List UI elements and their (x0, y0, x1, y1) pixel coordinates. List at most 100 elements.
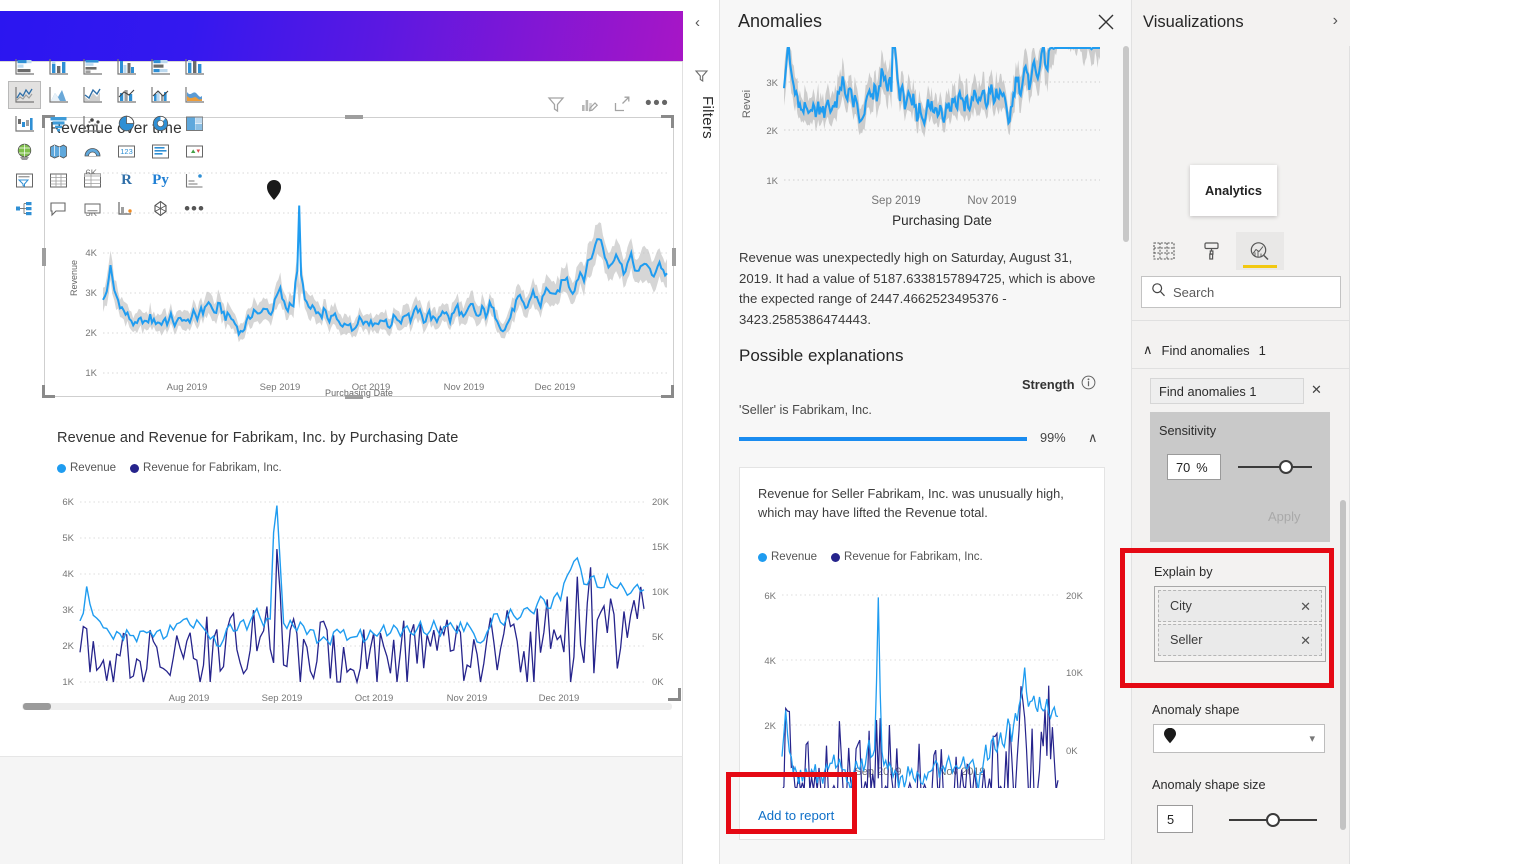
anomaly-shape-dropdown[interactable]: ▾ (1153, 724, 1325, 753)
strength-label: Strength (1022, 376, 1075, 392)
remove-chip-icon[interactable]: ✕ (1300, 599, 1311, 615)
arcgis-map-icon[interactable] (76, 138, 109, 167)
100-stacked-bar-chart-icon[interactable] (144, 52, 177, 81)
legend-item[interactable]: Revenue for Fabrikam, Inc. (831, 551, 983, 563)
get-more-visuals-icon[interactable] (144, 195, 177, 224)
legend-item[interactable]: Revenue (57, 462, 116, 474)
100-stacked-column-chart-icon[interactable] (178, 52, 211, 81)
stacked-area-chart-icon[interactable] (76, 81, 109, 110)
fields-tab-icon[interactable] (1140, 232, 1188, 270)
decomposition-tree-icon[interactable] (8, 195, 41, 224)
y-tick: 4K (85, 248, 97, 259)
anomaly-shape-size-slider-thumb[interactable] (1266, 813, 1280, 827)
area-chart-icon[interactable] (42, 81, 75, 110)
visualizations-pane-scrollbar[interactable] (1340, 500, 1346, 830)
multi-row-card-icon[interactable] (144, 138, 177, 167)
python-visual-icon[interactable]: Py (144, 166, 177, 195)
stacked-bar-chart-icon[interactable] (8, 52, 41, 81)
remove-anomaly-card-icon[interactable]: ✕ (1311, 382, 1322, 398)
expand-pane-chevron-icon[interactable]: › (1333, 12, 1338, 30)
legend-item[interactable]: Revenue for Fabrikam, Inc. (130, 462, 282, 474)
r-script-visual-icon[interactable]: R (110, 166, 143, 195)
edit-insight-icon[interactable] (579, 94, 599, 114)
close-icon[interactable] (1094, 10, 1118, 34)
y-tick-left: 4K (62, 569, 74, 580)
legend-item[interactable]: Revenue (758, 551, 817, 563)
format-tab-icon[interactable] (1188, 232, 1236, 270)
possible-explanations-title: Possible explanations (739, 346, 904, 365)
matrix-icon[interactable] (76, 166, 109, 195)
waterfall-chart-icon[interactable] (8, 109, 41, 138)
chevron-up-icon[interactable]: ∧ (1088, 430, 1098, 446)
ribbon-chart-icon[interactable] (178, 81, 211, 110)
y-tick: 1K (85, 368, 97, 379)
sensitivity-slider-thumb[interactable] (1279, 460, 1293, 474)
filters-pane-collapsed[interactable]: ‹ Filters (684, 0, 720, 864)
stacked-column-chart-icon[interactable] (42, 52, 75, 81)
kpi-icon[interactable] (178, 138, 211, 167)
map-icon[interactable] (8, 138, 41, 167)
donut-chart-icon[interactable] (144, 109, 177, 138)
y-tick-right: 5K (652, 632, 664, 643)
analytics-tab-icon[interactable] (1236, 232, 1284, 270)
chevron-down-icon[interactable]: ▾ (1309, 732, 1315, 745)
clustered-bar-chart-icon[interactable] (76, 52, 109, 81)
y-tick-right: 10K (652, 587, 670, 598)
paginated-report-icon[interactable] (110, 195, 143, 224)
funnel-icon[interactable] (42, 109, 75, 138)
y-tick: 3K (85, 288, 97, 299)
pie-chart-icon[interactable] (110, 109, 143, 138)
chevron-up-icon[interactable]: ∧ (1143, 342, 1153, 358)
visualizations-title: Visualizations (1143, 13, 1244, 31)
remove-chip-icon[interactable]: ✕ (1300, 633, 1311, 649)
table-icon[interactable] (42, 166, 75, 195)
filter-icon[interactable] (546, 94, 566, 114)
explanation-card[interactable]: Revenue for Seller Fabrikam, Inc. was un… (739, 467, 1105, 840)
visual-resize-handle[interactable] (668, 688, 681, 701)
explain-by-chip-city[interactable]: City ✕ (1158, 590, 1322, 622)
visual-type-gallery[interactable]: 123 R Py ••• (8, 52, 214, 223)
line-stacked-column-chart-icon[interactable] (110, 81, 143, 110)
filters-label[interactable]: Filters (688, 96, 716, 139)
visualizations-tabs[interactable] (1140, 232, 1342, 270)
filter-funnel-icon[interactable] (694, 68, 709, 88)
more-options-icon[interactable]: ••• (178, 195, 211, 224)
scatter-chart-icon[interactable] (76, 109, 109, 138)
sensitivity-input[interactable]: 70 % (1167, 454, 1221, 480)
focus-mode-icon[interactable] (612, 94, 632, 114)
treemap-icon[interactable] (178, 109, 211, 138)
anomaly-card-name-input[interactable]: Find anomalies 1 (1150, 378, 1304, 404)
collapse-chevron-icon[interactable]: ‹ (695, 14, 700, 31)
anomaly-shape-size-input[interactable]: 5 (1157, 805, 1193, 833)
add-to-report-link[interactable]: Add to report (758, 808, 834, 823)
info-icon[interactable] (1081, 375, 1096, 393)
visual-revenue-fabrikam[interactable]: Revenue and Revenue for Fabrikam, Inc. b… (44, 424, 681, 709)
q-and-a-icon[interactable] (42, 195, 75, 224)
sensitivity-value: 70 (1176, 459, 1191, 475)
line-chart-icon[interactable] (8, 80, 41, 109)
sensitivity-slider-track[interactable] (1238, 466, 1312, 468)
line-clustered-column-chart-icon[interactable] (144, 81, 177, 110)
more-options-icon[interactable]: ••• (645, 94, 669, 113)
y-tick-right: 20K (1066, 591, 1084, 602)
explain-by-field-well[interactable]: City ✕ Seller ✕ (1154, 586, 1326, 662)
canvas-horizontal-scrollbar[interactable] (22, 703, 672, 710)
card-icon[interactable]: 123 (110, 138, 143, 167)
clustered-column-chart-icon[interactable] (110, 52, 143, 81)
card-chart-legend: Revenue Revenue for Fabrikam, Inc. (758, 551, 992, 563)
legend-swatch (758, 552, 767, 562)
explanation-label: 'Seller' is Fabrikam, Inc. (739, 403, 872, 417)
apply-button[interactable]: Apply (1268, 509, 1301, 524)
visual-header-toolbar[interactable]: ••• (546, 94, 669, 114)
y-tick-left: 2K (764, 721, 776, 732)
smart-narrative-icon[interactable] (76, 195, 109, 224)
y-tick-left: 5K (62, 533, 74, 544)
filled-map-icon[interactable] (42, 138, 75, 167)
find-anomalies-section-header[interactable]: ∧ Find anomalies 1 (1143, 342, 1266, 358)
anomalies-chart: 3K 2K 1K Revei Sep 2019 Nov 2019 Purchas… (741, 46, 1100, 228)
slicer-icon[interactable] (8, 166, 41, 195)
search-input[interactable]: Search (1141, 276, 1341, 308)
anomalies-scrollbar[interactable] (1123, 46, 1129, 242)
explain-by-chip-seller[interactable]: Seller ✕ (1158, 624, 1322, 656)
key-influencers-icon[interactable] (178, 166, 211, 195)
